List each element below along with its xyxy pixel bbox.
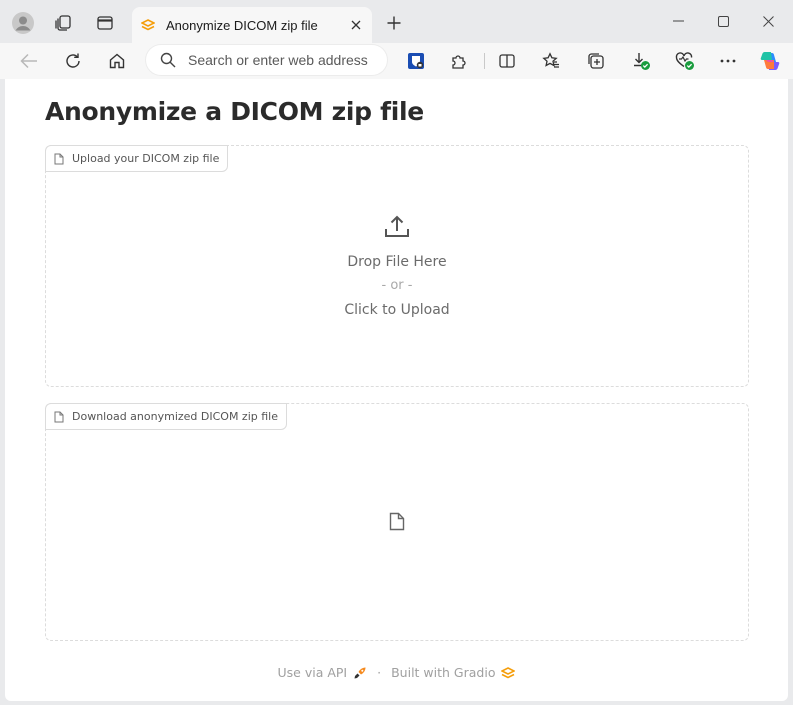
new-tab-icon[interactable] <box>380 9 408 37</box>
bitwarden-extension-icon[interactable] <box>401 46 431 76</box>
split-screen-icon[interactable] <box>492 46 522 76</box>
upload-dropzone[interactable]: Upload your DICOM zip file Drop File Her… <box>45 145 749 387</box>
collections-icon[interactable] <box>581 46 611 76</box>
favorites-star-icon[interactable] <box>536 46 566 76</box>
browser-titlebar: Anonymize DICOM zip file <box>0 0 793 43</box>
gradio-logo-icon <box>140 17 156 33</box>
active-tab[interactable]: Anonymize DICOM zip file <box>132 7 372 43</box>
drop-file-text: Drop File Here <box>347 254 447 270</box>
tab-title: Anonymize DICOM zip file <box>166 17 318 33</box>
refresh-icon[interactable] <box>58 46 88 76</box>
file-icon <box>54 411 64 423</box>
upload-icon <box>46 214 748 240</box>
browser-toolbar: Search or enter web address <box>0 43 793 79</box>
browser-essentials-icon[interactable] <box>670 46 700 76</box>
file-icon <box>54 153 64 165</box>
download-label-text: Download anonymized DICOM zip file <box>72 410 278 423</box>
close-tab-icon[interactable] <box>342 11 370 39</box>
use-via-api-link[interactable]: Use via API <box>278 665 348 680</box>
extensions-puzzle-icon[interactable] <box>444 46 474 76</box>
back-arrow-icon[interactable] <box>14 46 44 76</box>
download-label: Download anonymized DICOM zip file <box>45 403 287 430</box>
upload-prompt[interactable]: Drop File Here - or - Click to Upload <box>46 214 748 322</box>
download-file-panel: Download anonymized DICOM zip file <box>45 403 749 641</box>
or-separator-text: - or - <box>381 278 413 293</box>
home-icon[interactable] <box>102 46 132 76</box>
footer-separator: · <box>377 665 382 680</box>
page-content: Anonymize a DICOM zip file Upload your D… <box>5 79 788 701</box>
file-placeholder-icon <box>389 512 405 531</box>
empty-file-placeholder <box>46 512 748 531</box>
click-to-upload-text[interactable]: Click to Upload <box>46 298 748 322</box>
minimize-icon[interactable] <box>656 6 701 36</box>
page-footer: Use via API · Built with Gradio <box>5 665 788 680</box>
workspaces-icon[interactable] <box>48 8 78 38</box>
upload-label-text: Upload your DICOM zip file <box>72 152 220 165</box>
page-title: Anonymize a DICOM zip file <box>45 97 424 126</box>
maximize-icon[interactable] <box>701 6 746 36</box>
built-with-gradio-link[interactable]: Built with Gradio <box>391 665 495 680</box>
more-options-icon[interactable] <box>713 46 743 76</box>
address-placeholder: Search or enter web address <box>188 52 368 68</box>
toolbar-divider <box>484 53 485 69</box>
rocket-icon <box>353 666 367 680</box>
copilot-icon[interactable] <box>755 46 785 76</box>
search-icon <box>160 52 176 68</box>
vertical-tabs-icon[interactable] <box>90 8 120 38</box>
downloads-icon[interactable] <box>626 46 656 76</box>
gradio-logo-icon <box>501 666 516 679</box>
profile-avatar-icon[interactable] <box>8 8 38 38</box>
address-bar[interactable]: Search or enter web address <box>146 45 387 75</box>
close-window-icon[interactable] <box>746 6 791 36</box>
upload-label: Upload your DICOM zip file <box>45 145 229 172</box>
